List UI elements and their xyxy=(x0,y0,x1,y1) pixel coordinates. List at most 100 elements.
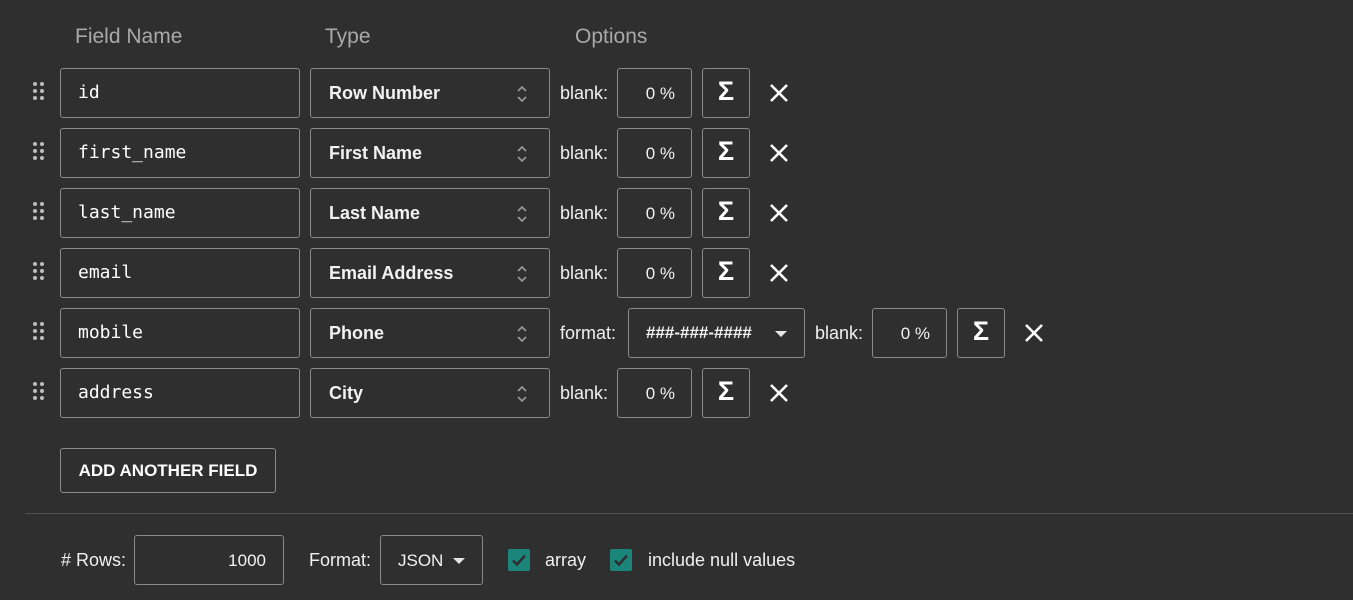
drag-handle-icon[interactable] xyxy=(33,322,47,344)
field-name-input[interactable]: id xyxy=(60,68,300,118)
blank-percent-value: 0 % xyxy=(645,204,675,223)
format-value: JSON xyxy=(398,551,444,570)
sigma-icon: Σ xyxy=(717,196,735,226)
checkmark-icon xyxy=(614,554,628,567)
drag-handle-icon[interactable] xyxy=(33,82,47,104)
include-null-values-checkbox[interactable] xyxy=(610,549,632,571)
sigma-icon: Σ xyxy=(717,76,735,106)
field-row: address City blank: 0 % Σ xyxy=(0,368,1353,418)
drag-handle-icon[interactable] xyxy=(33,382,47,404)
blank-percent-value: 0 % xyxy=(900,324,930,343)
formula-button[interactable]: Σ xyxy=(702,68,750,118)
field-type-value: Last Name xyxy=(329,203,421,223)
array-label: array xyxy=(545,550,587,570)
drag-handle-icon[interactable] xyxy=(33,202,47,224)
field-name-value: first_name xyxy=(78,142,187,163)
divider xyxy=(25,513,1353,514)
blank-label: blank: xyxy=(560,263,609,283)
field-type-select[interactable]: Last Name xyxy=(310,188,550,238)
close-icon[interactable] xyxy=(1021,320,1047,346)
sigma-icon: Σ xyxy=(717,256,735,286)
field-name-input[interactable]: first_name xyxy=(60,128,300,178)
updown-chevron-icon xyxy=(517,205,527,223)
formula-button[interactable]: Σ xyxy=(702,128,750,178)
array-checkbox[interactable] xyxy=(508,549,530,571)
field-row: mobile Phone format: ###-###-#### blank: 0 % Σ xyxy=(0,308,1353,358)
field-type-select[interactable]: City xyxy=(310,368,550,418)
field-type-select[interactable]: Row Number xyxy=(310,68,550,118)
updown-chevron-icon xyxy=(517,85,527,103)
checkmark-icon xyxy=(512,554,526,567)
updown-chevron-icon xyxy=(517,325,527,343)
format-select[interactable]: JSON xyxy=(380,535,483,585)
rows-label: # Rows: xyxy=(61,550,127,570)
blank-percent-input[interactable]: 0 % xyxy=(617,188,692,238)
formula-button[interactable]: Σ xyxy=(702,368,750,418)
field-name-input[interactable]: address xyxy=(60,368,300,418)
blank-percent-input[interactable]: 0 % xyxy=(617,128,692,178)
field-name-value: id xyxy=(78,82,100,103)
field-type-value: Row Number xyxy=(329,83,441,103)
blank-label: blank: xyxy=(560,203,609,223)
close-icon[interactable] xyxy=(766,140,792,166)
add-another-field-button[interactable]: ADD ANOTHER FIELD xyxy=(60,448,276,493)
close-icon[interactable] xyxy=(766,380,792,406)
field-type-select[interactable]: Phone xyxy=(310,308,550,358)
formula-button[interactable]: Σ xyxy=(702,248,750,298)
field-type-select[interactable]: Email Address xyxy=(310,248,550,298)
field-type-value: Phone xyxy=(329,323,385,343)
field-type-value: City xyxy=(329,383,364,403)
header-field-name: Field Name xyxy=(75,25,183,48)
updown-chevron-icon xyxy=(517,385,527,403)
field-name-input[interactable]: email xyxy=(60,248,300,298)
blank-label: blank: xyxy=(560,383,609,403)
blank-percent-value: 0 % xyxy=(645,264,675,283)
blank-percent-input[interactable]: 0 % xyxy=(617,68,692,118)
blank-label: blank: xyxy=(815,323,864,343)
blank-label: blank: xyxy=(560,83,609,103)
sigma-icon: Σ xyxy=(717,376,735,406)
field-type-value: First Name xyxy=(329,143,423,163)
close-icon[interactable] xyxy=(766,260,792,286)
rows-value: 1000 xyxy=(228,551,266,570)
dropdown-caret-icon xyxy=(775,331,787,337)
field-row: email Email Address blank: 0 % Σ xyxy=(0,248,1353,298)
field-name-value: last_name xyxy=(78,202,176,223)
field-name-value: email xyxy=(78,262,133,283)
field-name-input[interactable]: mobile xyxy=(60,308,300,358)
close-icon[interactable] xyxy=(766,200,792,226)
phone-format-value: ###-###-#### xyxy=(646,323,752,342)
rows-input[interactable]: 1000 xyxy=(134,535,284,585)
field-row: first_name First Name blank: 0 % Σ xyxy=(0,128,1353,178)
phone-format-select[interactable]: ###-###-#### xyxy=(628,308,805,358)
blank-percent-input[interactable]: 0 % xyxy=(872,308,947,358)
field-type-select[interactable]: First Name xyxy=(310,128,550,178)
blank-percent-input[interactable]: 0 % xyxy=(617,368,692,418)
blank-percent-value: 0 % xyxy=(645,384,675,403)
drag-handle-icon[interactable] xyxy=(33,142,47,164)
format-option-label: format: xyxy=(560,323,617,343)
include-null-values-label: include null values xyxy=(648,550,796,570)
add-another-field-label: ADD ANOTHER FIELD xyxy=(78,461,258,480)
field-row: id Row Number blank: 0 % Σ xyxy=(0,68,1353,118)
updown-chevron-icon xyxy=(517,265,527,283)
format-label: Format: xyxy=(309,550,372,570)
field-name-input[interactable]: last_name xyxy=(60,188,300,238)
field-type-value: Email Address xyxy=(329,263,454,283)
field-row: last_name Last Name blank: 0 % Σ xyxy=(0,188,1353,238)
formula-button[interactable]: Σ xyxy=(702,188,750,238)
sigma-icon: Σ xyxy=(972,316,990,346)
field-name-value: mobile xyxy=(78,322,144,343)
blank-label: blank: xyxy=(560,143,609,163)
updown-chevron-icon xyxy=(517,145,527,163)
drag-handle-icon[interactable] xyxy=(33,262,47,284)
sigma-icon: Σ xyxy=(717,136,735,166)
close-icon[interactable] xyxy=(766,80,792,106)
blank-percent-value: 0 % xyxy=(645,84,675,103)
dropdown-caret-icon xyxy=(453,558,465,564)
header-options: Options xyxy=(575,25,648,48)
header-type: Type xyxy=(325,25,371,48)
blank-percent-value: 0 % xyxy=(645,144,675,163)
formula-button[interactable]: Σ xyxy=(957,308,1005,358)
blank-percent-input[interactable]: 0 % xyxy=(617,248,692,298)
